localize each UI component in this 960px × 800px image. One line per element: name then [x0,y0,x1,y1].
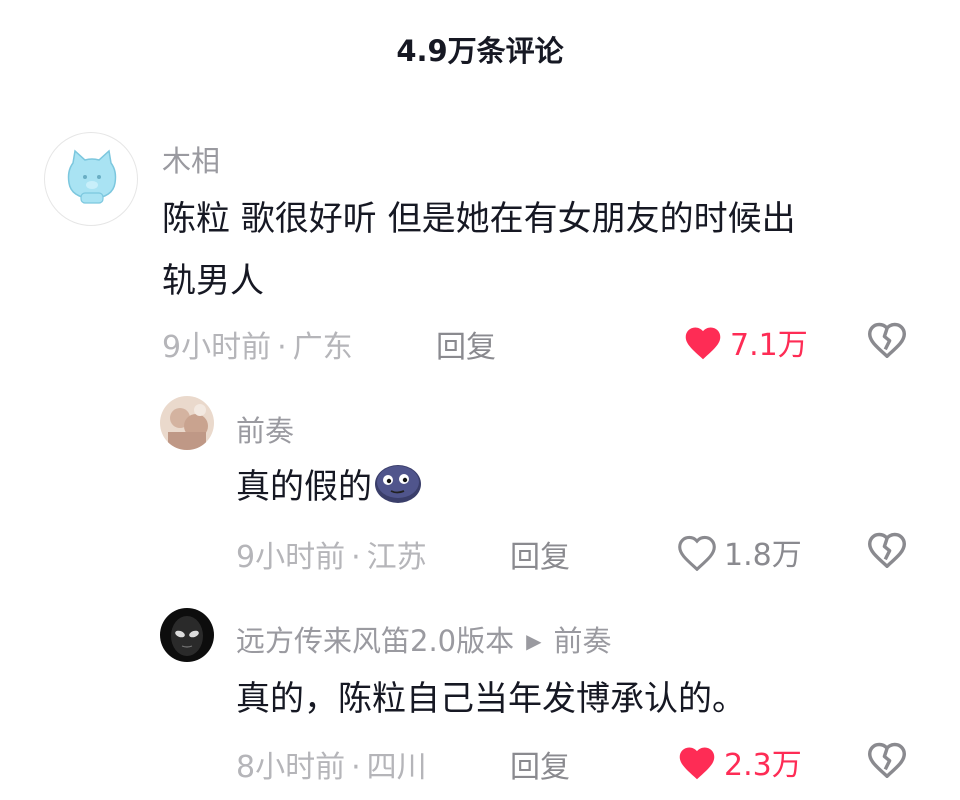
comment-meta: 9小时前 · 广东 [162,330,353,365]
broken-heart-icon [867,322,907,359]
comment-time: 8小时前 [236,750,346,785]
comment-meta: 8小时前 · 四川 [236,750,427,785]
dislike-button[interactable] [866,740,908,782]
heart-filled-icon [679,747,715,780]
avatar[interactable] [160,396,214,450]
comment-username[interactable]: 木相 [162,138,220,180]
comment-location: 江苏 [366,540,427,575]
cat-avatar-icon [67,149,117,204]
comment-meta: 9小时前 · 江苏 [236,540,427,575]
like-count: 1.8万 [724,538,802,573]
reply-button[interactable]: 回复 [510,532,570,576]
comment-text-line: 陈粒 歌很好听 但是她在有女朋友的时候出 [162,199,796,239]
comment-text: 真的假的 [236,456,422,524]
comment-time: 9小时前 [162,330,272,365]
like-button[interactable]: 7.1万 [682,320,808,364]
avatar[interactable] [160,608,214,662]
comment-location: 四川 [366,750,427,785]
reply-arrow-icon: ▶ [526,629,542,653]
like-count: 2.3万 [724,748,802,783]
like-count: 7.1万 [730,328,808,363]
dark-face-avatar [160,608,214,662]
reply-button[interactable]: 回复 [436,322,496,366]
comment-text: 陈粒 歌很好听 但是她在有女朋友的时候出 轨男人 [162,188,796,312]
comment-username[interactable]: 前奏 [236,408,294,450]
like-button[interactable]: 2.3万 [676,740,802,784]
heart-outline-icon [678,535,716,571]
comment-location: 广东 [292,330,353,365]
comment-text: 真的，陈粒自己当年发博承认的。 [236,679,746,719]
heart-filled-icon [685,327,721,360]
broken-heart-icon [867,742,907,779]
like-button[interactable]: 1.8万 [676,530,802,574]
moon-face-emoji-icon [374,462,422,524]
comment-username: 远方传来风笛2.0版本 ▶ 前奏 [236,618,612,660]
avatar[interactable] [44,132,138,226]
comment-text-line: 轨男人 [162,261,264,301]
reply-author-name[interactable]: 远方传来风笛2.0版本 [236,624,514,658]
replied-to-name[interactable]: 前奏 [554,624,612,658]
dislike-button[interactable] [866,320,908,362]
comments-count-title: 4.9万条评论 [396,34,564,68]
dislike-button[interactable] [866,530,908,572]
comment-text-line: 真的假的 [236,467,372,507]
photo-avatar [160,396,214,450]
comment-time: 9小时前 [236,540,346,575]
broken-heart-icon [867,532,907,569]
reply-button[interactable]: 回复 [510,742,570,786]
